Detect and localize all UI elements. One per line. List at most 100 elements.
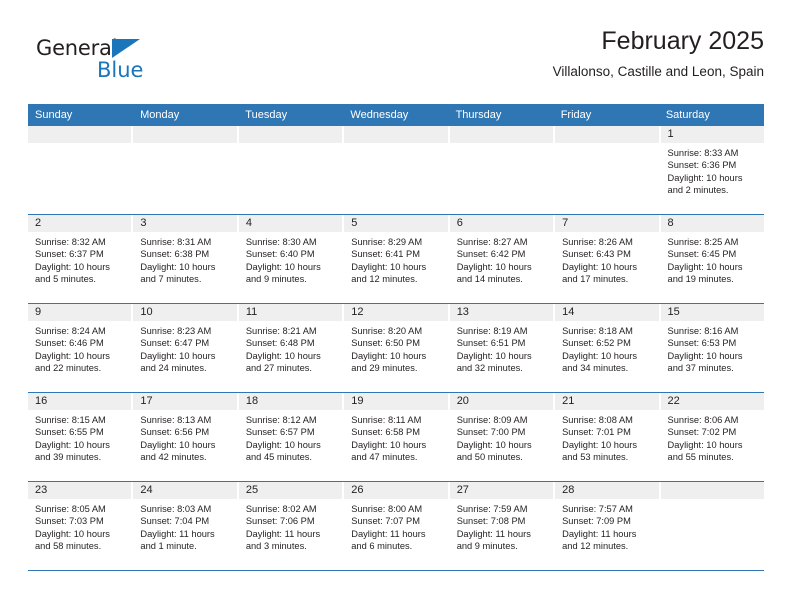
- calendar-day-cell[interactable]: 22 Sunrise: 8:06 AM Sunset: 7:02 PM Dayligh…: [660, 393, 764, 481]
- sunset-text: Sunset: 7:03 PM: [35, 516, 104, 527]
- sunrise-text: Sunrise: 8:16 AM: [667, 326, 739, 336]
- calendar-day-cell[interactable]: 5 Sunrise: 8:29 AM Sunset: 6:41 PM Daylight…: [344, 215, 450, 303]
- calendar-day-cell[interactable]: 25 Sunrise: 8:02 AM Sunset: 7:06 PM Dayligh…: [238, 482, 345, 570]
- sunrise-text: Sunrise: 8:08 AM: [562, 415, 633, 425]
- day-number: 7: [555, 215, 659, 232]
- sunrise-text: Sunrise: 8:25 AM: [667, 237, 739, 247]
- calendar-day-cell[interactable]: 23 Sunrise: 8:05 AM Sunset: 7:03 PM Dayligh…: [28, 482, 134, 570]
- day-sun-info: Sunrise: 8:03 AM Sunset: 7:04 PM Daylight:…: [133, 499, 236, 553]
- sunrise-text: Sunrise: 8:31 AM: [140, 237, 212, 247]
- calendar-day-cell[interactable]: 21 Sunrise: 8:08 AM Sunset: 7:01 PM Dayligh…: [555, 393, 661, 481]
- day-sun-info: Sunrise: 8:00 AM Sunset: 7:07 PM Daylight:…: [344, 499, 447, 553]
- calendar-day-cell[interactable]: 8 Sunrise: 8:25 AM Sunset: 6:45 PM Daylight…: [660, 215, 764, 303]
- day-number: 20: [449, 393, 554, 410]
- calendar-day-cell[interactable]: 14 Sunrise: 8:18 AM Sunset: 6:52 PM Dayligh…: [555, 304, 661, 392]
- day-number: 23: [28, 482, 132, 499]
- day-number: 5: [344, 215, 448, 232]
- day-number: 4: [238, 215, 343, 232]
- calendar-day-cell-empty: [449, 126, 556, 214]
- calendar-day-cell[interactable]: 17 Sunrise: 8:13 AM Sunset: 6:56 PM Dayligh…: [133, 393, 239, 481]
- page-subtitle: Villalonso, Castille and Leon, Spain: [552, 64, 764, 79]
- sunset-text: Sunset: 6:43 PM: [562, 249, 631, 260]
- calendar-day-cell[interactable]: 11 Sunrise: 8:21 AM Sunset: 6:48 PM Dayligh…: [238, 304, 345, 392]
- day-sun-info: Sunrise: 8:32 AM Sunset: 6:37 PM Daylight:…: [28, 232, 131, 286]
- day-number: [133, 126, 237, 143]
- calendar-day-cell[interactable]: 6 Sunrise: 8:27 AM Sunset: 6:42 PM Daylight…: [449, 215, 556, 303]
- sunset-text: Sunset: 6:40 PM: [245, 249, 315, 260]
- calendar-day-cell[interactable]: 16 Sunrise: 8:15 AM Sunset: 6:55 PM Dayligh…: [28, 393, 134, 481]
- sunrise-text: Sunrise: 7:59 AM: [456, 504, 528, 514]
- daylight-text: Daylight: 10 hours and 58 minutes.: [35, 528, 110, 552]
- daylight-text: Daylight: 10 hours and 2 minutes.: [667, 172, 743, 196]
- sunset-text: Sunset: 7:02 PM: [667, 427, 737, 438]
- day-sun-info: Sunrise: 8:21 AM Sunset: 6:48 PM Daylight:…: [239, 321, 342, 375]
- day-sun-info: Sunrise: 8:31 AM Sunset: 6:38 PM Daylight:…: [133, 232, 236, 286]
- calendar-day-cell[interactable]: 28 Sunrise: 7:57 AM Sunset: 7:09 PM Dayligh…: [555, 482, 661, 570]
- calendar-day-cell[interactable]: 15 Sunrise: 8:16 AM Sunset: 6:53 PM Dayligh…: [660, 304, 764, 392]
- calendar-grid: Sunday Monday Tuesday Wednesday Thursday Frid…: [28, 104, 764, 571]
- day-sun-info: Sunrise: 8:12 AM Sunset: 6:57 PM Daylight:…: [239, 410, 342, 464]
- day-number: 16: [28, 393, 132, 410]
- logo-triangle-icon: [112, 39, 140, 58]
- daylight-text: Daylight: 10 hours and 34 minutes.: [562, 350, 638, 374]
- day-sun-info: Sunrise: 8:20 AM Sunset: 6:50 PM Daylight:…: [344, 321, 447, 375]
- calendar-day-cell[interactable]: 18 Sunrise: 8:12 AM Sunset: 6:57 PM Dayligh…: [238, 393, 345, 481]
- calendar-day-cell[interactable]: 24 Sunrise: 8:03 AM Sunset: 7:04 PM Dayligh…: [133, 482, 239, 570]
- day-sun-info: Sunrise: 8:08 AM Sunset: 7:01 PM Daylight:…: [555, 410, 658, 464]
- daylight-text: Daylight: 10 hours and 19 minutes.: [667, 261, 743, 285]
- page-title: February 2025: [601, 27, 764, 55]
- daylight-text: Daylight: 10 hours and 42 minutes.: [140, 439, 216, 463]
- daylight-text: Daylight: 10 hours and 47 minutes.: [351, 439, 427, 463]
- day-number: 21: [555, 393, 659, 410]
- calendar-day-cell[interactable]: 9 Sunrise: 8:24 AM Sunset: 6:46 PM Daylight…: [28, 304, 134, 392]
- sunset-text: Sunset: 6:51 PM: [456, 338, 526, 349]
- sunrise-text: Sunrise: 8:18 AM: [562, 326, 633, 336]
- calendar-day-cell[interactable]: 20 Sunrise: 8:09 AM Sunset: 7:00 PM Dayligh…: [449, 393, 556, 481]
- calendar-day-cell[interactable]: 26 Sunrise: 8:00 AM Sunset: 7:07 PM Dayligh…: [344, 482, 450, 570]
- calendar-day-cell[interactable]: 12 Sunrise: 8:20 AM Sunset: 6:50 PM Dayligh…: [344, 304, 450, 392]
- daylight-text: Daylight: 10 hours and 12 minutes.: [351, 261, 427, 285]
- day-number: 15: [660, 304, 764, 321]
- calendar-day-cell[interactable]: 1 Sunrise: 8:33 AM Sunset: 6:36 PM Daylight…: [660, 126, 764, 214]
- day-number: 22: [660, 393, 764, 410]
- sunrise-text: Sunrise: 8:33 AM: [667, 148, 739, 158]
- general-blue-logo[interactable]: General Blue: [36, 36, 206, 92]
- calendar-body: 1 Sunrise: 8:33 AM Sunset: 6:36 PM Daylight…: [28, 126, 764, 571]
- calendar-day-cell[interactable]: 19 Sunrise: 8:11 AM Sunset: 6:58 PM Dayligh…: [344, 393, 450, 481]
- day-number: 12: [344, 304, 448, 321]
- sunset-text: Sunset: 6:36 PM: [667, 160, 737, 171]
- calendar-day-cell[interactable]: 2 Sunrise: 8:32 AM Sunset: 6:37 PM Daylight…: [28, 215, 134, 303]
- day-sun-info: Sunrise: 8:13 AM Sunset: 6:56 PM Daylight:…: [133, 410, 236, 464]
- weekday-header-friday: Friday: [560, 109, 592, 121]
- sunrise-text: Sunrise: 8:00 AM: [351, 504, 423, 514]
- sunrise-text: Sunrise: 8:03 AM: [140, 504, 212, 514]
- sunrise-text: Sunrise: 8:05 AM: [35, 504, 106, 514]
- day-number: 13: [449, 304, 554, 321]
- sunset-text: Sunset: 6:47 PM: [140, 338, 210, 349]
- sunset-text: Sunset: 7:01 PM: [562, 427, 631, 438]
- sunrise-text: Sunrise: 7:57 AM: [562, 504, 633, 514]
- day-number: 19: [344, 393, 448, 410]
- calendar-day-cell[interactable]: 7 Sunrise: 8:26 AM Sunset: 6:43 PM Daylight…: [555, 215, 661, 303]
- day-number: [449, 126, 554, 143]
- sunset-text: Sunset: 6:45 PM: [667, 249, 737, 260]
- page-header: General Blue February 2025 Villalonso, C…: [28, 26, 764, 98]
- calendar-day-cell[interactable]: 4 Sunrise: 8:30 AM Sunset: 6:40 PM Daylight…: [238, 215, 345, 303]
- calendar-day-cell[interactable]: 13 Sunrise: 8:19 AM Sunset: 6:51 PM Dayligh…: [449, 304, 556, 392]
- calendar-week-row: 2 Sunrise: 8:32 AM Sunset: 6:37 PM Daylight…: [28, 215, 764, 304]
- day-sun-info: Sunrise: 8:26 AM Sunset: 6:43 PM Daylight:…: [555, 232, 658, 286]
- logo-text-blue: Blue: [97, 58, 144, 82]
- calendar-day-cell[interactable]: 10 Sunrise: 8:23 AM Sunset: 6:47 PM Dayligh…: [133, 304, 239, 392]
- calendar-week-row: 9 Sunrise: 8:24 AM Sunset: 6:46 PM Daylight…: [28, 304, 764, 393]
- calendar-page: General Blue February 2025 Villalonso, C…: [0, 0, 792, 612]
- sunrise-text: Sunrise: 8:26 AM: [562, 237, 633, 247]
- calendar-day-cell[interactable]: 3 Sunrise: 8:31 AM Sunset: 6:38 PM Daylight…: [133, 215, 239, 303]
- calendar-day-cell-empty: [238, 126, 345, 214]
- sunrise-text: Sunrise: 8:02 AM: [245, 504, 317, 514]
- day-number: 27: [449, 482, 554, 499]
- sunrise-text: Sunrise: 8:20 AM: [351, 326, 423, 336]
- sunset-text: Sunset: 7:00 PM: [456, 427, 526, 438]
- calendar-day-cell[interactable]: 27 Sunrise: 7:59 AM Sunset: 7:08 PM Dayligh…: [449, 482, 556, 570]
- day-sun-info: Sunrise: 8:33 AM Sunset: 6:36 PM Daylight:…: [661, 143, 764, 197]
- daylight-text: Daylight: 10 hours and 5 minutes.: [35, 261, 110, 285]
